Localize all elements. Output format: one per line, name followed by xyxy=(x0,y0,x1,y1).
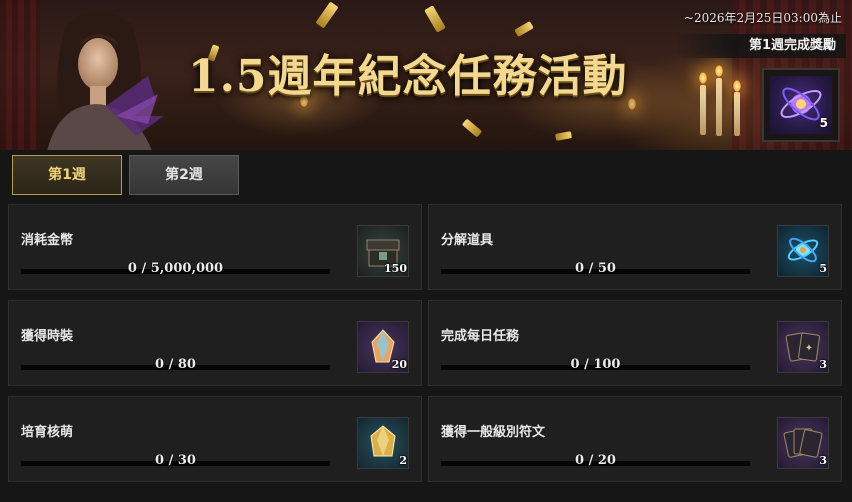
quest-title: 完成每日任務 xyxy=(441,329,520,344)
quest-card: 培育核萌 0 / 30 2 xyxy=(8,396,422,482)
quest-reward-item[interactable]: ✦ 3 xyxy=(777,321,829,373)
candle xyxy=(734,92,740,136)
confetti xyxy=(424,5,446,33)
weekly-reward-count: 5 xyxy=(819,116,828,130)
quest-reward-item[interactable]: 3 xyxy=(777,417,829,469)
character-illustration xyxy=(47,11,164,150)
weekly-reward-item[interactable]: 5 xyxy=(762,68,840,142)
svg-text:✦: ✦ xyxy=(805,343,813,354)
quest-reward-item[interactable]: 5 xyxy=(777,225,829,277)
quest-progress-text: 0 / 30 xyxy=(155,453,196,468)
tab-week-2[interactable]: 第2週 xyxy=(129,155,239,195)
quest-title: 消耗金幣 xyxy=(21,233,74,248)
event-title: 1.5週年紀念任務活動 xyxy=(188,51,628,102)
candle-flame xyxy=(628,98,636,110)
quest-progress-text: 0 / 5,000,000 xyxy=(127,261,224,276)
quest-reward-qty: 3 xyxy=(819,358,827,371)
quest-progress-text: 0 / 100 xyxy=(570,357,621,372)
weekly-reward-label: 第1週完成獎勵 xyxy=(676,34,846,58)
event-banner: 1.5週年紀念任務活動 ~2026年2月25日03:00為止 第1週完成獎勵 5 xyxy=(0,0,852,150)
quest-card: 獲得一般級別符文 0 / 20 3 xyxy=(428,396,842,482)
quest-title: 分解道具 xyxy=(441,233,494,248)
quest-progress-text: 0 / 80 xyxy=(155,357,196,372)
candle-flame xyxy=(733,80,741,92)
quest-reward-item[interactable]: 2 xyxy=(357,417,409,469)
quest-card: 消耗金幣 0 / 5,000,000 150 xyxy=(8,204,422,290)
event-deadline: ~2026年2月25日03:00為止 xyxy=(683,11,842,25)
confetti xyxy=(514,21,534,37)
quest-reward-qty: 5 xyxy=(819,262,827,275)
confetti xyxy=(315,1,339,29)
candle-flame xyxy=(699,72,707,84)
quest-card: 獲得時裝 0 / 80 20 xyxy=(8,300,422,386)
quest-progress-text: 0 / 20 xyxy=(575,453,616,468)
quest-title: 培育核萌 xyxy=(21,425,74,440)
quest-reward-item[interactable]: 20 xyxy=(357,321,409,373)
candle xyxy=(700,85,706,135)
quest-card: 分解道具 0 / 50 5 xyxy=(428,204,842,290)
quest-reward-qty: 150 xyxy=(384,262,407,275)
quest-reward-qty: 20 xyxy=(391,358,407,371)
quest-title: 獲得時裝 xyxy=(21,329,74,344)
quest-card: 完成每日任務 0 / 100 ✦ 3 xyxy=(428,300,842,386)
quest-reward-item[interactable]: 150 xyxy=(357,225,409,277)
confetti xyxy=(555,131,572,141)
quest-reward-qty: 2 xyxy=(399,454,407,467)
quest-progress-text: 0 / 50 xyxy=(575,261,616,276)
candle-flame xyxy=(715,65,723,77)
quest-reward-qty: 3 xyxy=(819,454,827,467)
curtain-left xyxy=(0,0,40,150)
candle xyxy=(716,78,722,136)
quest-title: 獲得一般級別符文 xyxy=(441,425,546,440)
tab-week-1[interactable]: 第1週 xyxy=(12,155,122,195)
confetti xyxy=(461,118,483,138)
